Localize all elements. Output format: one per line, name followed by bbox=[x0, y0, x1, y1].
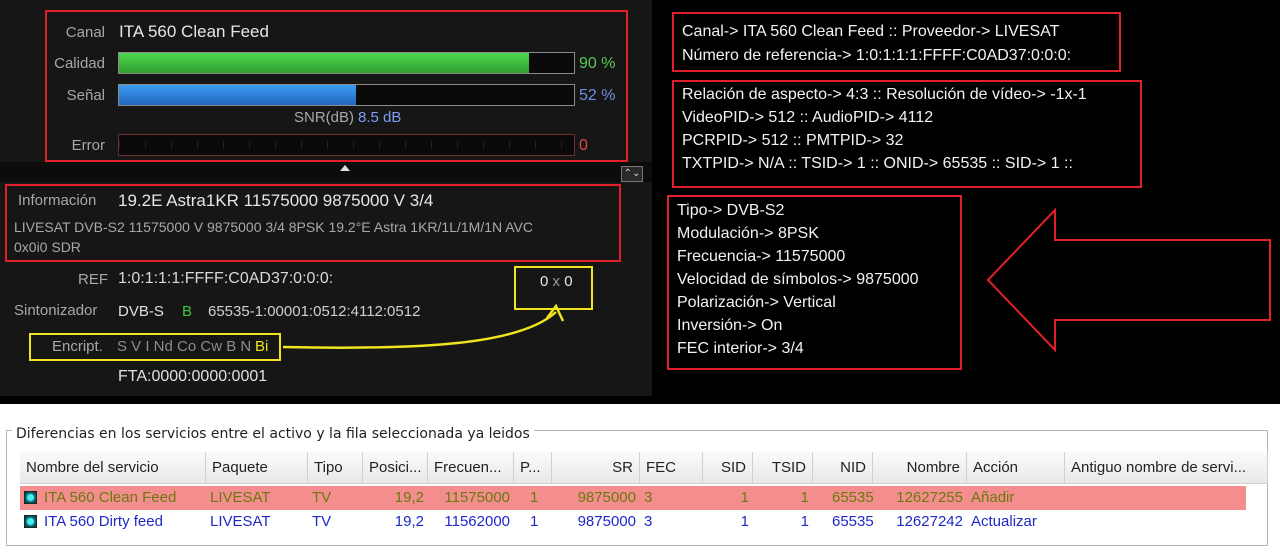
cell-paquete: LIVESAT bbox=[210, 489, 271, 506]
cell-nombre-servicio: ITA 560 Dirty feed bbox=[44, 513, 163, 530]
column-header-sr[interactable]: SR bbox=[552, 452, 640, 484]
column-header-p[interactable]: P... bbox=[514, 452, 552, 484]
cell-tsid: 1 bbox=[800, 513, 809, 530]
annotation-tuning-box: Tipo-> DVB-S2 Modulación-> 8PSK Frecuenc… bbox=[667, 195, 962, 370]
column-header-posicion[interactable]: Posici... bbox=[363, 452, 428, 484]
cell-nombre: 12627242 bbox=[896, 513, 963, 530]
column-header-nid[interactable]: NID bbox=[813, 452, 873, 484]
annotation-canal-box: Canal-> ITA 560 Clean Feed :: Proveedor-… bbox=[672, 12, 1121, 72]
column-header-tsid[interactable]: TSID bbox=[753, 452, 813, 484]
cell-nombre-servicio: ITA 560 Clean Feed bbox=[44, 489, 177, 506]
cell-sr: 9875000 bbox=[577, 489, 636, 506]
cell-accion: Añadir bbox=[971, 489, 1015, 506]
tv-service-icon bbox=[24, 491, 37, 504]
cell-tipo: TV bbox=[312, 513, 332, 530]
annotation-pid-line2: VideoPID-> 512 :: AudioPID-> 4112 bbox=[682, 109, 934, 126]
cell-p: 1 bbox=[530, 513, 539, 530]
annotation-pid-line1: Relación de aspecto-> 4:3 :: Resolución … bbox=[682, 86, 1087, 103]
table-row[interactable]: ITA 560 Dirty feed LIVESAT TV 19,2 11562… bbox=[20, 510, 1065, 534]
annotation-tuning-line4: Velocidad de símbolos-> 9875000 bbox=[677, 271, 919, 288]
annotation-tuning-line5: Polarización-> Vertical bbox=[677, 294, 836, 311]
annotation-pid-box: Relación de aspecto-> 4:3 :: Resolución … bbox=[672, 80, 1142, 188]
annotation-canal-line1: Canal-> ITA 560 Clean Feed :: Proveedor-… bbox=[682, 23, 1060, 40]
cell-tipo: TV bbox=[312, 489, 332, 506]
column-header-frecuencia[interactable]: Frecuen... bbox=[428, 452, 514, 484]
column-header-sid[interactable]: SID bbox=[703, 452, 753, 484]
service-diff-title: Diferencias en los servicios entre el ac… bbox=[12, 426, 534, 442]
column-header-nombre[interactable]: Nombre bbox=[873, 452, 967, 484]
cell-posicion: 19,2 bbox=[394, 489, 424, 506]
column-header-nombre-servicio[interactable]: Nombre del servicio bbox=[20, 452, 206, 484]
annotation-pid-line3: PCRPID-> 512 :: PMTPID-> 32 bbox=[682, 132, 904, 149]
annotation-tuning-line7: FEC interior-> 3/4 bbox=[677, 340, 804, 357]
yellow-arrow-icon bbox=[282, 311, 557, 349]
cell-posicion: 19,2 bbox=[394, 513, 424, 530]
cell-frecuencia: 11575000 bbox=[444, 489, 510, 506]
annotation-canal-line2: Número de referencia-> 1:0:1:1:1:FFFF:C0… bbox=[682, 47, 1072, 64]
cell-antiguo-nombre bbox=[1065, 486, 1246, 510]
cell-fec: 3 bbox=[644, 489, 653, 506]
cell-sr: 9875000 bbox=[577, 513, 636, 530]
column-header-accion[interactable]: Acción bbox=[967, 452, 1065, 484]
annotation-tuning-line2: Modulación-> 8PSK bbox=[677, 225, 819, 242]
cell-nombre: 12627255 bbox=[896, 489, 963, 506]
tv-service-icon bbox=[24, 515, 37, 528]
annotation-tuning-line3: Frecuencia-> 11575000 bbox=[677, 248, 846, 265]
column-header-paquete[interactable]: Paquete bbox=[206, 452, 308, 484]
cell-paquete: LIVESAT bbox=[210, 513, 271, 530]
column-header-tipo[interactable]: Tipo bbox=[308, 452, 363, 484]
service-diff-section: Diferencias en los servicios entre el ac… bbox=[0, 404, 1280, 552]
cell-frecuencia: 11562000 bbox=[444, 513, 510, 530]
annotation-tuning-line1: Tipo-> DVB-S2 bbox=[677, 202, 785, 219]
cell-sid: 1 bbox=[740, 489, 749, 506]
cell-tsid: 1 bbox=[800, 489, 809, 506]
cell-p: 1 bbox=[530, 489, 539, 506]
annotation-pid-line4: TXTPID-> N/A :: TSID-> 1 :: ONID-> 65535… bbox=[682, 155, 1073, 172]
cell-sid: 1 bbox=[740, 513, 749, 530]
cell-accion: Actualizar bbox=[971, 513, 1037, 530]
column-header-fec[interactable]: FEC bbox=[640, 452, 703, 484]
column-header-antiguo-nombre[interactable]: Antiguo nombre de servi... bbox=[1065, 452, 1268, 484]
cell-fec: 3 bbox=[644, 513, 653, 530]
table-row[interactable]: ITA 560 Clean Feed LIVESAT TV 19,2 11575… bbox=[20, 486, 1246, 510]
big-left-arrow-icon bbox=[986, 207, 1271, 353]
annotation-tuning-line6: Inversión-> On bbox=[677, 317, 783, 334]
